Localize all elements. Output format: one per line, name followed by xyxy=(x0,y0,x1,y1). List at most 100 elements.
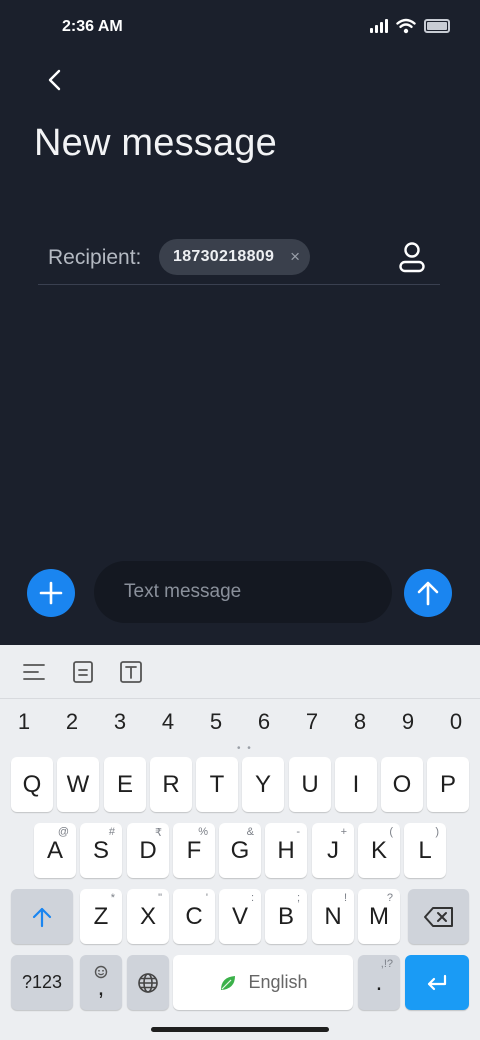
key-hint: ₹ xyxy=(155,827,162,839)
key-y[interactable]: Y xyxy=(242,757,284,812)
key-0[interactable]: 0 xyxy=(436,709,476,735)
emoji-comma-key[interactable]: , xyxy=(80,955,122,1010)
key-label: X xyxy=(139,902,156,930)
home-indicator[interactable] xyxy=(151,1027,329,1032)
key-hint: * xyxy=(110,892,115,904)
period-key[interactable]: . ,!? xyxy=(358,955,400,1010)
key-z[interactable]: Z * xyxy=(80,889,122,944)
key-hint: @ xyxy=(57,826,69,838)
key-5[interactable]: 5 xyxy=(196,709,236,735)
key-hint: ) xyxy=(435,826,439,838)
key-x[interactable]: X " xyxy=(127,889,169,944)
key-m[interactable]: M? xyxy=(358,889,400,944)
key-1[interactable]: 1 xyxy=(4,709,44,735)
key-label: B xyxy=(277,902,294,930)
key-w[interactable]: W xyxy=(57,757,99,812)
send-button[interactable] xyxy=(404,569,452,617)
key-l[interactable]: L) xyxy=(404,823,446,878)
language-key[interactable] xyxy=(127,955,169,1010)
key-hint: ! xyxy=(343,892,347,904)
page-title: New message xyxy=(34,122,277,164)
key-b[interactable]: B; xyxy=(265,889,307,944)
space-key[interactable]: English xyxy=(173,955,353,1010)
key-label: S xyxy=(92,836,109,864)
key-8[interactable]: 8 xyxy=(340,709,380,735)
key-label: G xyxy=(230,836,250,864)
status-icons xyxy=(370,18,450,34)
key-s[interactable]: S # xyxy=(80,823,122,878)
key-label: H xyxy=(277,836,295,864)
backspace-key[interactable] xyxy=(408,889,469,944)
key-label: K xyxy=(370,836,387,864)
key-g[interactable]: G & xyxy=(219,823,261,878)
key-4[interactable]: 4 xyxy=(148,709,188,735)
key-hint: % xyxy=(198,826,208,838)
key-i[interactable]: I xyxy=(335,757,377,812)
key-3[interactable]: 3 xyxy=(100,709,140,735)
enter-key[interactable] xyxy=(405,955,469,1010)
key-label: C xyxy=(185,902,203,930)
key-9[interactable]: 9 xyxy=(388,709,428,735)
space-label: English xyxy=(248,972,308,992)
key-a[interactable]: A @ xyxy=(34,823,76,878)
key-d[interactable]: D ₹ xyxy=(127,823,169,878)
align-left-icon[interactable] xyxy=(21,659,47,685)
contact-picker-button[interactable] xyxy=(396,240,428,274)
key-c[interactable]: C ' xyxy=(173,889,215,944)
key-q[interactable]: Q xyxy=(11,757,53,812)
text-format-icon[interactable] xyxy=(118,659,144,685)
key-hint: " xyxy=(158,892,162,904)
key-h[interactable]: H- xyxy=(265,823,307,878)
back-button[interactable] xyxy=(36,62,72,98)
key-hint: ' xyxy=(205,892,208,904)
recipient-chip[interactable]: 18730218809 × xyxy=(159,239,310,275)
recipient-row: Recipient: 18730218809 × xyxy=(38,234,440,285)
key-u[interactable]: U xyxy=(289,757,331,812)
arrow-up-icon xyxy=(417,581,439,606)
clipboard-icon[interactable] xyxy=(70,659,96,685)
keyboard-toolbar xyxy=(0,645,480,699)
chip-close-icon[interactable]: × xyxy=(290,247,300,267)
key-p[interactable]: P xyxy=(427,757,469,812)
key-label: D xyxy=(139,836,157,864)
key-t[interactable]: T xyxy=(196,757,238,812)
key-o[interactable]: O xyxy=(381,757,423,812)
key-hint: & xyxy=(246,826,254,838)
key-r[interactable]: R xyxy=(150,757,192,812)
key-n[interactable]: N! xyxy=(312,889,354,944)
key-label: M xyxy=(369,902,389,930)
key-label: F xyxy=(186,836,202,864)
keyboard: 1 2 3 4 5 6 7 8 9 0 • • Q W E R T Y U I … xyxy=(0,645,480,1040)
key-v[interactable]: V: xyxy=(219,889,261,944)
key-2[interactable]: 2 xyxy=(52,709,92,735)
key-label: L xyxy=(418,836,432,864)
key-hint: ; xyxy=(296,892,300,904)
key-hint: ? xyxy=(386,892,393,904)
backspace-icon xyxy=(423,906,453,927)
key-7[interactable]: 7 xyxy=(292,709,332,735)
person-icon xyxy=(399,242,425,273)
leaf-icon xyxy=(221,975,236,990)
key-e[interactable]: E xyxy=(104,757,146,812)
message-input[interactable] xyxy=(94,561,392,623)
page-dots: • • xyxy=(237,743,253,754)
enter-icon xyxy=(427,974,447,990)
status-bar: 2:36 AM xyxy=(0,0,480,56)
key-k[interactable]: K( xyxy=(358,823,400,878)
key-j[interactable]: J + xyxy=(312,823,354,878)
key-hint: ,!? xyxy=(380,958,393,970)
chevron-left-icon xyxy=(48,69,61,91)
shift-key[interactable] xyxy=(11,889,73,944)
wifi-icon xyxy=(396,18,416,34)
symbols-key[interactable]: ?123 xyxy=(11,955,73,1010)
comma-label: , xyxy=(97,973,105,1001)
add-attachment-button[interactable] xyxy=(27,569,75,617)
compose-bar xyxy=(0,560,480,624)
plus-icon xyxy=(39,581,63,605)
key-6[interactable]: 6 xyxy=(244,709,284,735)
key-label: . xyxy=(375,968,383,996)
key-f[interactable]: F% xyxy=(173,823,215,878)
key-hint: + xyxy=(340,826,347,838)
key-label: Z xyxy=(93,902,109,930)
recipient-label: Recipient: xyxy=(48,246,142,269)
